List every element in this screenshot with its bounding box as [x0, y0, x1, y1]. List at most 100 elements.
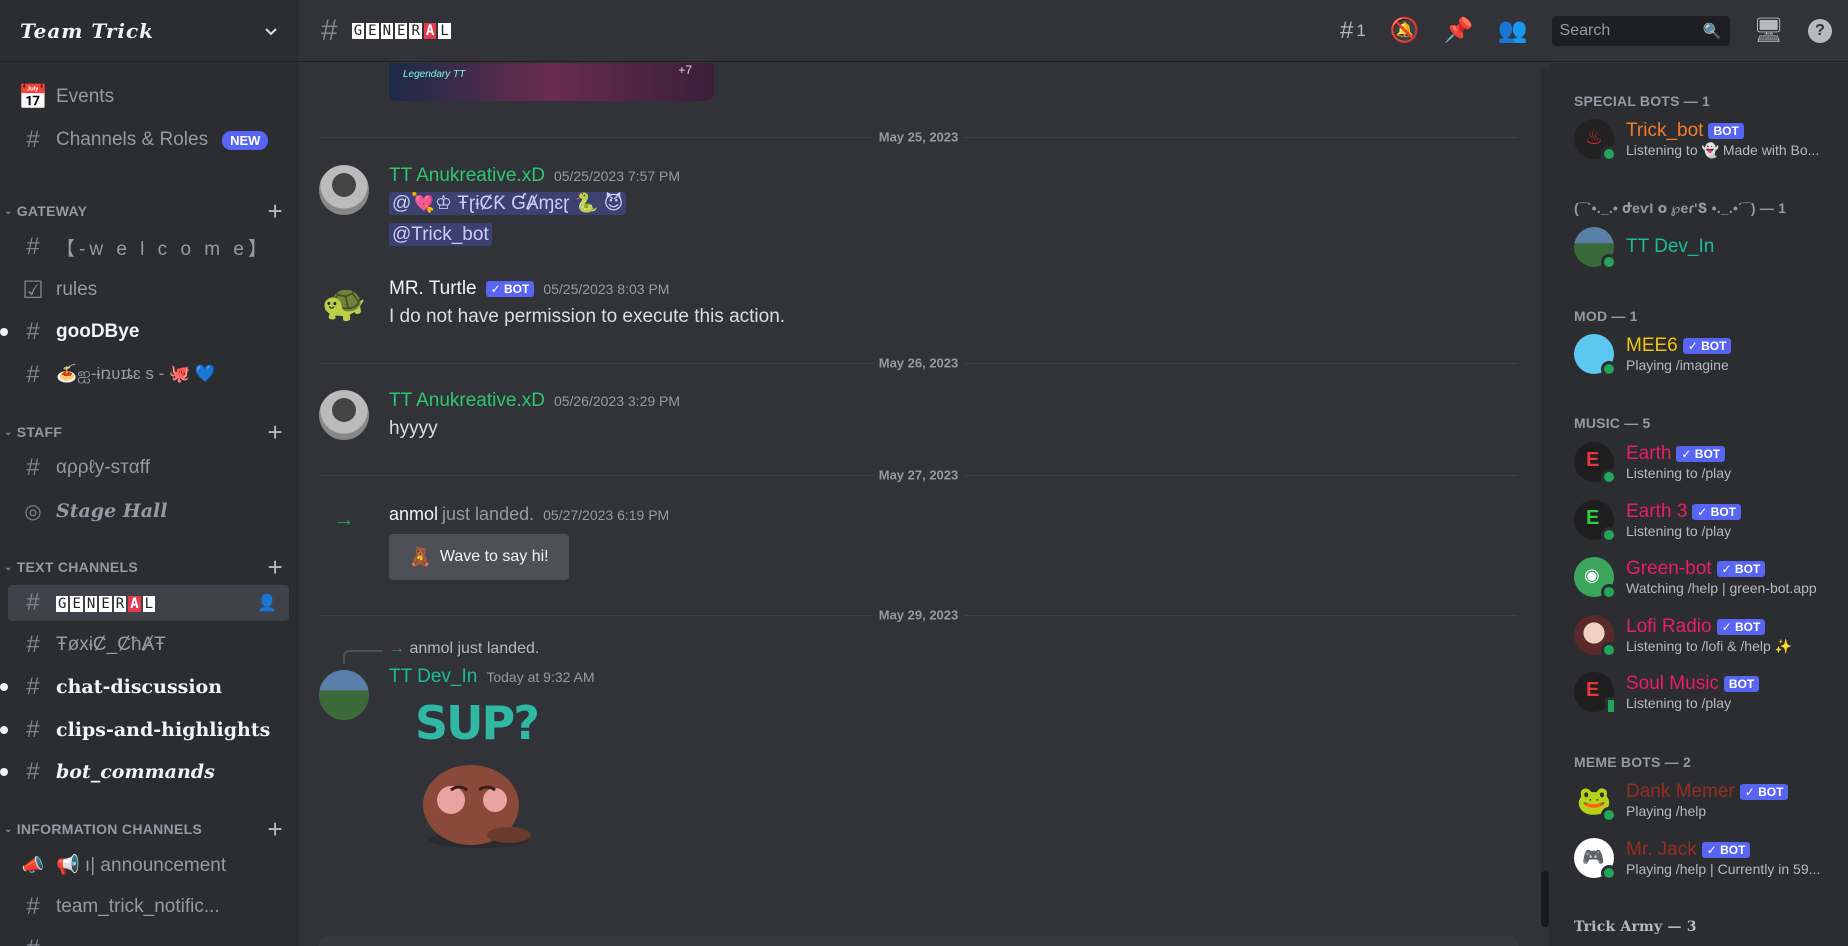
- category-information-channels[interactable]: ⌄ INFORMATION CHANNELS +: [4, 814, 289, 844]
- events-item[interactable]: 📅 Events: [8, 79, 289, 115]
- avatar[interactable]: [319, 670, 369, 720]
- author-name[interactable]: TT Anukreative.xD: [389, 165, 545, 187]
- sticker[interactable]: SUP?: [399, 696, 559, 860]
- channels-browse-icon: #: [26, 126, 40, 153]
- member-activity: Playing /imagine: [1626, 357, 1729, 373]
- online-status: [1601, 642, 1617, 658]
- inbox-icon[interactable]: 🖥: [1754, 16, 1784, 45]
- online-status: [1601, 146, 1617, 162]
- channel-name: GENERAL: [351, 22, 451, 39]
- add-channel-icon[interactable]: +: [268, 417, 283, 448]
- channel-stage-hall[interactable]: ◎ Stage Hall: [8, 493, 289, 529]
- member-lofi-radio[interactable]: Lofi Radio ✓ BOT Listening to /lofi & /he…: [1574, 611, 1844, 659]
- search-icon: 🔍: [1702, 22, 1722, 40]
- bot-tag: ✓ BOT: [1701, 842, 1751, 858]
- invite-member-icon[interactable]: 👤: [257, 593, 277, 613]
- member-trick-bot[interactable]: ♨ Trick_bot BOT Listening to 👻 Made with …: [1574, 115, 1844, 163]
- channels-roles-item[interactable]: # Channels & Roles NEW: [8, 122, 289, 158]
- member-earth[interactable]: Ε Earth ✓ BOT Listening to /play: [1574, 438, 1844, 486]
- channel-announcement[interactable]: 📣 📢 ı| announcement: [8, 847, 289, 883]
- chevron-down-icon: ⌄: [4, 426, 13, 438]
- threads-button[interactable]: #1: [1340, 17, 1366, 45]
- author-name[interactable]: TT Dev_In: [389, 666, 477, 688]
- member-list-icon[interactable]: 👥: [1498, 16, 1528, 45]
- channel-general[interactable]: # GENERAL 👤: [8, 585, 289, 621]
- unread-indicator: [0, 768, 8, 776]
- member-dank-memer[interactable]: 🐸 Dank Memer ✓ BOT Playing /help: [1574, 776, 1844, 824]
- message-text: hyyyy: [389, 418, 438, 439]
- turtle-avatar[interactable]: 🐢: [319, 278, 369, 328]
- online-status: [1601, 361, 1617, 377]
- channel-header: # GENERAL #1 🔕 📌 👥 Search 🔍 🖥 ?: [299, 0, 1848, 62]
- reply-preview[interactable]: → anmol just landed.: [389, 640, 539, 658]
- hash-icon: #: [26, 758, 40, 785]
- category-label: GATEWAY: [16, 203, 88, 219]
- channel-rules[interactable]: ☑ rules: [8, 272, 289, 308]
- member-tt-dev-in[interactable]: TT Dev_In: [1574, 223, 1844, 271]
- message-composer[interactable]: [319, 936, 1518, 946]
- embed-image[interactable]: Legendary TT +7: [389, 63, 714, 101]
- author-name[interactable]: MR. Turtle: [389, 278, 477, 300]
- add-channel-icon[interactable]: +: [268, 814, 283, 845]
- online-status: [1601, 469, 1617, 485]
- member-group-header: MUSIC — 5: [1574, 415, 1651, 431]
- search-input[interactable]: Search 🔍: [1551, 15, 1730, 46]
- chat-scrollbar[interactable]: [1541, 69, 1549, 927]
- member-earth-3[interactable]: Ε Earth 3 ✓ BOT Listening to /play: [1574, 496, 1844, 544]
- channel-label: 【-w e l c o m e】: [56, 238, 271, 260]
- role-mention[interactable]: @💘♔ ŦɽɨȻƘ ƓȺɱɛɽ 🐍 😈: [389, 192, 627, 215]
- member-group-header: MEME BOTS — 2: [1574, 754, 1691, 770]
- channel-toxic-chat[interactable]: # ŦøxɨȻ_ȻħȺŦ: [8, 627, 289, 663]
- add-channel-icon[interactable]: +: [268, 196, 283, 227]
- message-text: I do not have permission to execute this…: [389, 306, 786, 327]
- channel-notifications[interactable]: # team_trick_notific...: [8, 889, 289, 925]
- online-status: [1601, 584, 1617, 600]
- member-mee6[interactable]: MEE6 ✓ BOT Playing /imagine: [1574, 330, 1844, 378]
- hash-icon: #: [26, 318, 40, 345]
- channel-chat-discussion[interactable]: # chat-discussion: [0, 669, 289, 705]
- category-label: STAFF: [16, 424, 63, 440]
- member-activity: Listening to /play: [1626, 695, 1732, 711]
- join-arrow-icon: →: [333, 506, 355, 531]
- add-channel-icon[interactable]: +: [268, 552, 283, 583]
- reply-spine: [343, 650, 383, 664]
- member-activity: Listening to /play: [1626, 523, 1732, 539]
- timestamp: 05/25/2023 7:57 PM: [553, 168, 681, 184]
- user-mention[interactable]: @Trick_bot: [389, 223, 492, 246]
- bot-tag: ✓ BOT: [1692, 504, 1741, 520]
- bot-tag: BOT: [1708, 122, 1744, 139]
- avatar[interactable]: [319, 165, 369, 215]
- member-mr-jack[interactable]: 🎮 Mr. Jack ✓ BOT Playing /help | Currentl…: [1574, 834, 1844, 882]
- channel-welcome[interactable]: # 【-w e l c o m e】: [8, 229, 289, 265]
- channel-apply-staff[interactable]: # αρρℓу-ѕтαff: [8, 450, 289, 486]
- member-soul-music[interactable]: Ε Soul Music BOT Listening to /play: [1574, 668, 1844, 716]
- author-name[interactable]: anmol: [389, 504, 438, 525]
- category-staff[interactable]: ⌄ STAFF +: [4, 417, 289, 447]
- member-green-bot[interactable]: ◉ Green-bot ✓ BOT Watching /help | green-…: [1574, 553, 1844, 601]
- channel-bot-commands[interactable]: # bot_commands: [0, 754, 289, 790]
- bot-tag: ✓ BOT: [1716, 561, 1766, 577]
- category-gateway[interactable]: ⌄ GATEWAY +: [4, 196, 289, 226]
- avatar[interactable]: [319, 390, 369, 440]
- channel-clips[interactable]: # clips-and-highlights: [0, 712, 289, 748]
- notification-mute-icon[interactable]: 🔕: [1390, 16, 1420, 45]
- search-placeholder: Search: [1559, 21, 1611, 39]
- category-text-channels[interactable]: ⌄ TEXT CHANNELS +: [4, 552, 289, 582]
- chevron-down-icon: ⌄: [4, 823, 13, 835]
- scroll-thumb[interactable]: [1541, 871, 1549, 927]
- author-name[interactable]: TT Anukreative.xD: [389, 390, 545, 412]
- pin-icon[interactable]: 📌: [1444, 16, 1474, 45]
- server-header[interactable]: Team Trick: [0, 0, 299, 62]
- channel-goodbye[interactable]: # gooDBye: [0, 314, 289, 350]
- avatar: Ε: [1574, 442, 1617, 485]
- avatar: [1574, 615, 1617, 658]
- online-status: [1601, 527, 1617, 543]
- sticker-text: SUP?: [415, 696, 540, 750]
- member-name: Lofi Radio: [1626, 615, 1712, 637]
- member-activity: Playing /help: [1626, 803, 1707, 819]
- threads-count: 1: [1356, 20, 1366, 40]
- wave-button[interactable]: 🧸 Wave to say hi!: [389, 534, 569, 580]
- help-icon[interactable]: ?: [1808, 18, 1832, 43]
- channel-partial[interactable]: #: [8, 931, 289, 946]
- channel-invites[interactable]: # 🍝ஐ-ɨռʋɪȶɛ ѕ - 🐙 💙: [8, 357, 289, 393]
